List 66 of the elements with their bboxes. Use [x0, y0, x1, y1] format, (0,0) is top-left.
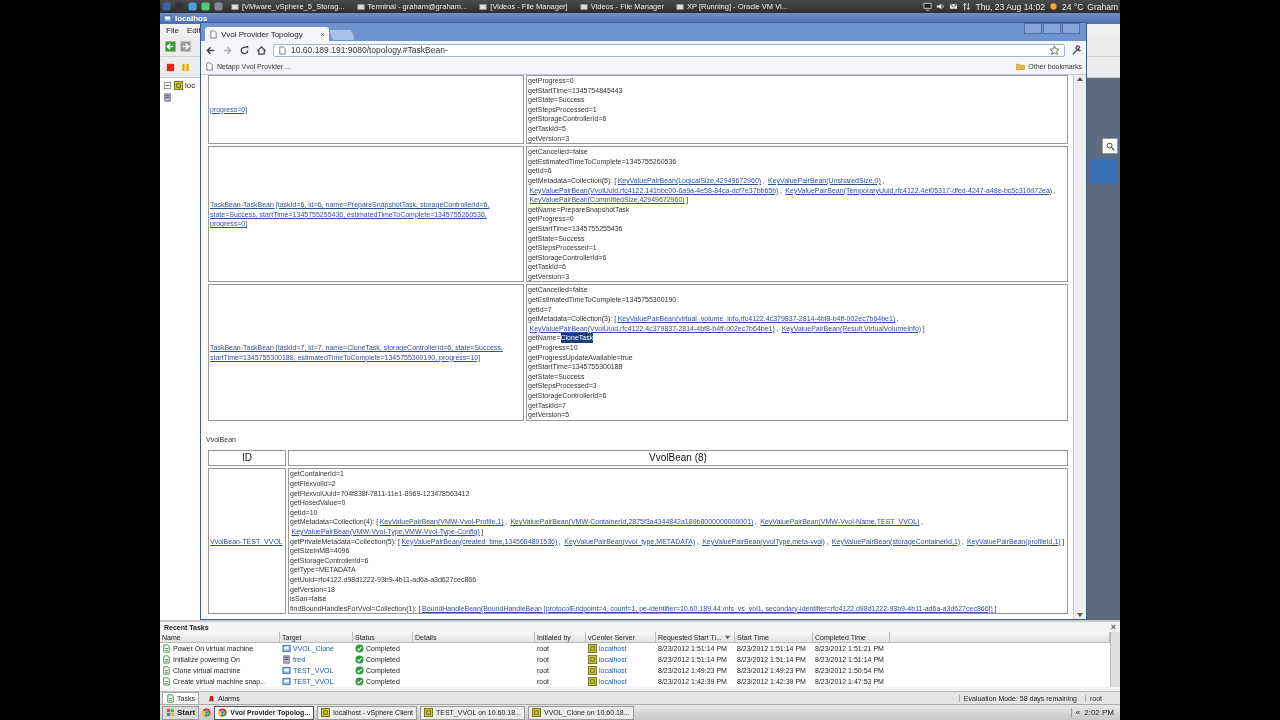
folder-icon: [1016, 62, 1026, 71]
user-name[interactable]: Graham: [1087, 1, 1118, 12]
page-icon: [209, 29, 218, 39]
address-bar[interactable]: 10.60.189.191:9080/topology.#TaskBean-: [273, 43, 1065, 57]
scrollbar[interactable]: [1073, 75, 1086, 619]
window-icon: [675, 2, 684, 11]
vcenter-icon: [588, 677, 597, 686]
close-button[interactable]: ×: [1110, 622, 1116, 632]
menu-item[interactable]: Edit: [186, 25, 201, 35]
menu-item[interactable]: File: [166, 25, 179, 35]
forward-arrow-icon[interactable]: [180, 40, 191, 52]
monitor-icon[interactable]: [923, 2, 933, 11]
vcenter-icon: [588, 655, 597, 664]
start-button[interactable]: Start: [162, 705, 200, 720]
scroll-down-arrow-icon[interactable]: [1076, 611, 1084, 619]
vcenter-icon: [588, 666, 597, 675]
column-header: ID: [208, 450, 286, 467]
vcenter-icon: [321, 708, 331, 717]
wrench-icon[interactable]: [1071, 44, 1082, 56]
vcenter-icon: [531, 708, 541, 717]
column-header: VvolBean (8): [288, 450, 1068, 467]
home-icon[interactable]: [256, 44, 267, 56]
panel-block: [1090, 158, 1118, 184]
task-icon: [166, 693, 175, 703]
reload-icon[interactable]: [239, 44, 250, 56]
windows-logo-icon: [166, 708, 175, 717]
alarm-icon: [206, 693, 216, 703]
browser-icon[interactable]: [218, 708, 228, 717]
vm-icon: [282, 644, 291, 653]
window-icon: [479, 2, 488, 11]
vcenter-icon: [424, 708, 433, 717]
check-icon: [355, 644, 364, 653]
browser-icon[interactable]: [202, 708, 212, 717]
vcenter-icon: [588, 644, 597, 653]
speaker-icon[interactable]: [936, 2, 946, 11]
clock[interactable]: Thu, 23 Aug 14:02: [975, 1, 1045, 12]
back-arrow-icon[interactable]: [165, 40, 176, 52]
window-title: localhos: [175, 14, 208, 23]
vm-icon: [282, 666, 291, 675]
window-icon: [356, 2, 365, 11]
mail-icon[interactable]: [949, 2, 959, 11]
server-icon: [163, 93, 172, 102]
show-hidden-icons-button[interactable]: «: [1075, 708, 1081, 717]
stop-icon[interactable]: [165, 61, 176, 73]
window-icon: [579, 2, 588, 11]
scroll-up-arrow-icon[interactable]: [1076, 75, 1084, 83]
sun-icon: [1048, 2, 1058, 11]
network-arrows-icon[interactable]: [962, 2, 972, 11]
back-icon[interactable]: [205, 44, 216, 56]
taskbar-clock: 2:02 PM: [1084, 708, 1114, 717]
temperature-label: 24 °C: [1061, 1, 1084, 12]
scrollbar[interactable]: [1110, 632, 1120, 687]
tree-expander-icon[interactable]: [163, 81, 172, 90]
tab-title: Vvol Provider Topology: [221, 29, 304, 39]
browser-tab[interactable]: Vvol Provider Topology ×: [205, 27, 329, 41]
check-icon: [355, 655, 364, 664]
window-icon: [231, 2, 239, 11]
tree-item[interactable]: loc: [185, 81, 196, 90]
check-icon: [355, 666, 364, 675]
page-icon: [278, 45, 287, 55]
server-icon: [282, 655, 291, 664]
tab-close-button[interactable]: ×: [320, 29, 325, 39]
page-icon: [205, 62, 214, 71]
star-icon[interactable]: [1049, 44, 1060, 56]
vcenter-icon: [174, 81, 183, 90]
vm-icon: [163, 14, 172, 23]
